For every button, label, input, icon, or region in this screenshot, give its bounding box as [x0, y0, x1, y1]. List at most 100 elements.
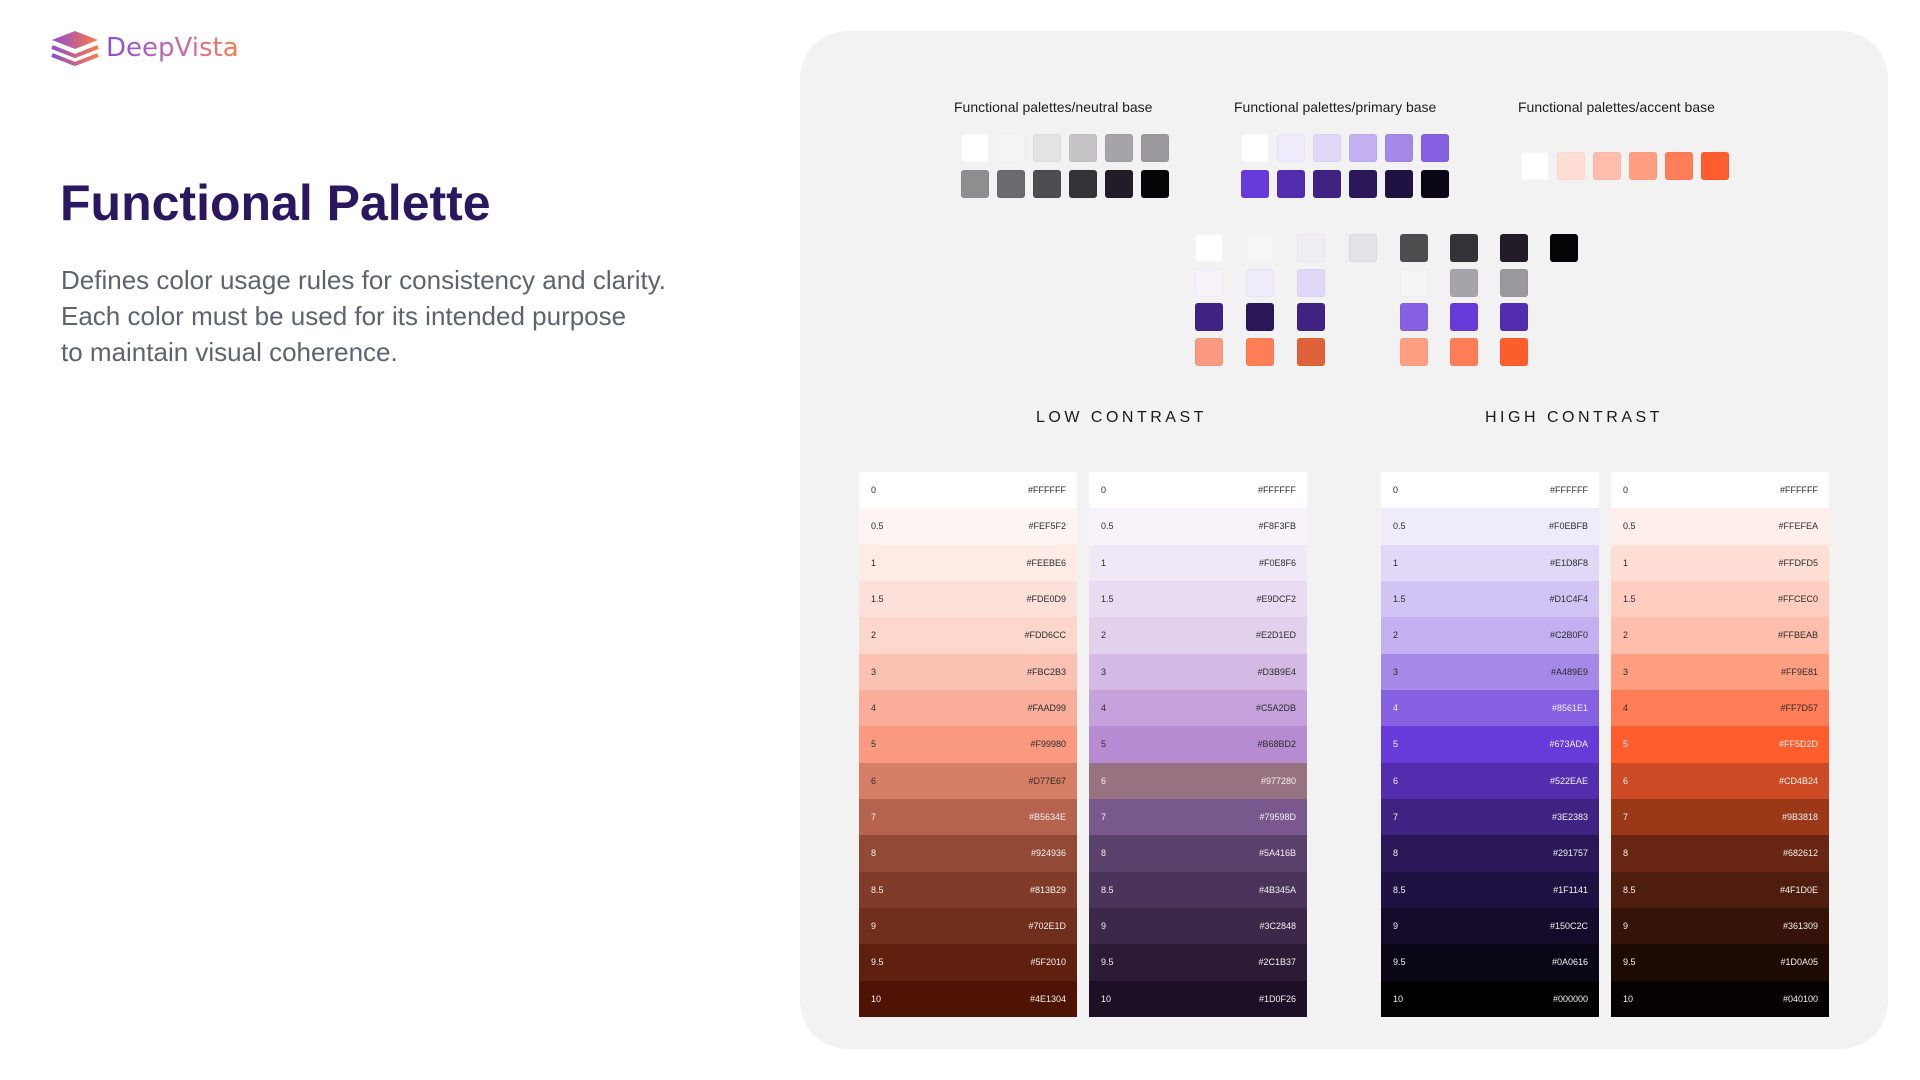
ramp-hex-value: #5F2010 [1030, 957, 1066, 968]
description-line: Defines color usage rules for consistenc… [61, 265, 667, 295]
ramp-step-label: 9.5 [1101, 957, 1114, 968]
color-swatch [1033, 134, 1061, 162]
ramp-step-label: 0 [1623, 485, 1629, 496]
ramp-hex-value: #FEEBE6 [1026, 557, 1066, 568]
ramp-hex-value: #C2B0F0 [1549, 630, 1588, 641]
ramp-step-label: 7 [1393, 812, 1399, 823]
ramp-hex-value: #B5634E [1028, 812, 1066, 823]
color-swatch [1557, 152, 1585, 180]
color-swatch [961, 134, 989, 162]
ramp-hex-value: #FFDFD5 [1778, 557, 1818, 568]
ramp-step-label: 8 [1101, 848, 1107, 859]
ramp-step-label: 2 [1101, 630, 1107, 641]
color-swatch [1297, 337, 1325, 366]
functional-palette-label: Functional palettes/neutral base [954, 99, 1153, 115]
ramp-hex-value: #B68BD2 [1257, 739, 1296, 750]
ramp-hex-value: #F0EBFB [1548, 521, 1588, 532]
color-swatch [1500, 234, 1528, 262]
color-ramp-row: 8 #682612 [1611, 835, 1829, 872]
color-ramp-row: 9 #3C2848 [1089, 907, 1307, 945]
color-swatch [1421, 134, 1449, 162]
color-ramp-column: 0 #FFFFFF 0.5 #F0EBFB 1 #E1D8F8 1.5 #D1C4F4 2 #C2… [1381, 472, 1599, 1017]
color-swatch [1195, 303, 1223, 331]
ramp-step-label: 1 [871, 557, 877, 568]
ramp-step-label: 3 [871, 666, 877, 677]
color-ramp-column: 0 #FFFFFF 0.5 #F8F3FB 1 #F0E8F6 1.5 #E9DCF2 2 #E2… [1089, 472, 1307, 1017]
ramp-step-label: 0 [1101, 485, 1107, 496]
ramp-hex-value: #040100 [1782, 993, 1818, 1004]
ramp-hex-value: #9B3818 [1781, 812, 1818, 823]
color-ramp-row: 3 #FBC2B3 [859, 653, 1077, 690]
functional-palette-label: Functional palettes/primary base [1234, 99, 1437, 115]
color-swatch [1246, 268, 1274, 297]
ramp-hex-value: #FFBEAB [1777, 630, 1818, 641]
ramp-step-label: 8.5 [1623, 884, 1636, 895]
ramp-hex-value: #3E2383 [1551, 812, 1588, 823]
ramp-hex-value: #FFCEC0 [1777, 594, 1818, 605]
page-description: Defines color usage rules for consistenc… [61, 262, 701, 370]
ramp-step-label: 10 [1101, 993, 1112, 1004]
ramp-hex-value: #1F1141 [1553, 884, 1588, 895]
ramp-step-label: 9.5 [1623, 957, 1636, 968]
ramp-step-label: 0 [871, 485, 877, 496]
ramp-hex-value: #1D0F26 [1258, 993, 1296, 1004]
ramp-step-label: 1.5 [871, 594, 884, 605]
ramp-step-label: 4 [871, 703, 877, 714]
ramp-step-label: 1 [1393, 557, 1399, 568]
ramp-step-label: 8 [871, 848, 877, 859]
color-swatch [1349, 234, 1377, 262]
ramp-step-label: 4 [1393, 703, 1399, 714]
ramp-step-label: 0 [1393, 485, 1399, 496]
color-ramp-row: 9.5 #2C1B37 [1089, 944, 1307, 981]
ramp-step-label: 0.5 [871, 521, 884, 532]
ramp-hex-value: #2C1B37 [1258, 957, 1296, 968]
color-swatch [1665, 152, 1693, 180]
ramp-hex-value: #150C2C [1549, 921, 1588, 932]
color-ramp-column: 0 #FFFFFF 0.5 #FEF5F2 1 #FEEBE6 1.5 #FDE0D9 2 #FD… [859, 472, 1077, 1017]
color-ramp-row: 4 #FF7D57 [1611, 689, 1829, 727]
ramp-hex-value: #1D0A05 [1780, 957, 1818, 968]
color-swatch [1105, 170, 1133, 198]
ramp-step-label: 9 [1101, 921, 1107, 932]
ramp-hex-value: #291757 [1552, 848, 1588, 859]
color-swatch [1421, 170, 1449, 198]
color-swatch [1400, 337, 1428, 366]
color-ramp-row: 1.5 #FFCEC0 [1611, 580, 1829, 618]
ramp-hex-value: #E1D8F8 [1549, 557, 1588, 568]
page-title: Functional Palette [60, 175, 491, 231]
ramp-step-label: 9 [1623, 921, 1629, 932]
color-swatch [1195, 337, 1223, 366]
ramp-hex-value: #8561E1 [1551, 703, 1588, 714]
color-swatch [1297, 268, 1325, 297]
ramp-step-label: 5 [1393, 739, 1399, 750]
ramp-step-label: 10 [1623, 993, 1634, 1004]
ramp-hex-value: #C5A2DB [1255, 703, 1296, 714]
color-swatch [1297, 234, 1325, 262]
color-swatch [1246, 337, 1274, 366]
color-swatch [1385, 170, 1413, 198]
ramp-hex-value: #E9DCF2 [1256, 594, 1296, 605]
color-ramp-row: 1 #E1D8F8 [1381, 544, 1599, 581]
color-ramp-row: 6 #D77E67 [859, 762, 1077, 799]
ramp-step-label: 1.5 [1101, 594, 1114, 605]
color-ramp-row: 5 #B68BD2 [1089, 726, 1307, 763]
ramp-step-label: 5 [1623, 739, 1629, 750]
ramp-step-label: 3 [1623, 666, 1629, 677]
color-swatch [1629, 152, 1657, 180]
color-swatch [1241, 170, 1269, 198]
ramp-hex-value: #E2D1ED [1255, 630, 1296, 641]
description-line: Each color must be used for its intended… [61, 301, 627, 331]
color-ramp-row: 5 #673ADA [1381, 726, 1599, 763]
ramp-hex-value: #FFFFFF [1028, 485, 1066, 496]
ramp-step-label: 8.5 [871, 884, 884, 895]
color-ramp-row: 5 #F99980 [859, 726, 1077, 763]
ramp-hex-value: #924936 [1030, 848, 1066, 859]
ramp-step-label: 6 [1101, 775, 1107, 786]
color-ramp-row: 9 #361309 [1611, 907, 1829, 945]
color-ramp-row: 0 #FFFFFF [1381, 472, 1599, 509]
ramp-step-label: 9 [1393, 921, 1399, 932]
ramp-step-label: 1.5 [1393, 594, 1406, 605]
ramp-hex-value: #4F1D0E [1779, 884, 1818, 895]
color-swatch [1246, 234, 1274, 262]
palette-panel: Functional palettes/neutral base Function… [800, 31, 1888, 1049]
